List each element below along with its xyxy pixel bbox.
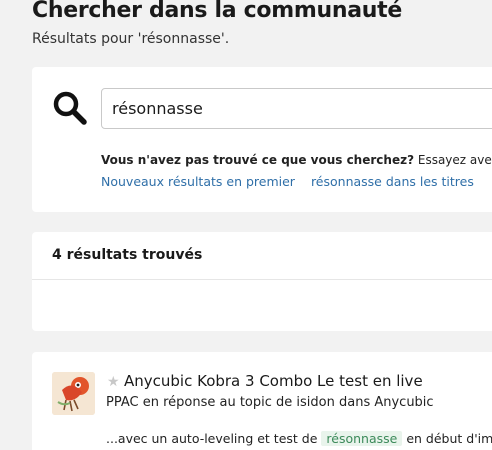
results-count: 4 résultats trouvés xyxy=(52,247,203,263)
search-help-text: Vous n'avez pas trouvé ce que vous cherc… xyxy=(101,153,492,167)
suggestion-newest-first-link[interactable]: Nouveaux résultats en premier xyxy=(101,174,295,189)
search-suggestions: Nouveaux résultats en premier résonnasse … xyxy=(101,174,474,189)
not-found-prompt: Vous n'avez pas trouvé ce que vous cherc… xyxy=(101,153,415,167)
divider xyxy=(32,279,492,280)
search-icon[interactable] xyxy=(52,90,88,126)
results-summary-card: 4 résultats trouvés xyxy=(32,232,492,331)
try-with-label: Essayez avec: xyxy=(417,153,492,167)
excerpt-highlight: résonnasse xyxy=(321,431,403,446)
search-card: Vous n'avez pas trouvé ce que vous cherc… xyxy=(32,67,492,212)
page-subtitle: Résultats pour 'résonnasse'. xyxy=(32,31,230,47)
excerpt-text-before: ...avec un auto-leveling et test de xyxy=(106,431,318,446)
result-meta: PPAC en réponse au topic de isidon dans … xyxy=(106,395,434,410)
excerpt-text-after: en début d'impr xyxy=(406,431,492,446)
search-result-item[interactable]: ★ Anycubic Kobra 3 Combo Le test en live… xyxy=(32,352,492,450)
search-page: Chercher dans la communauté Résultats po… xyxy=(0,0,492,450)
avatar[interactable] xyxy=(52,372,95,415)
result-title[interactable]: Anycubic Kobra 3 Combo Le test en live xyxy=(124,372,423,390)
search-box xyxy=(101,88,492,129)
suggestion-in-titles-link[interactable]: résonnasse dans les titres xyxy=(311,174,474,189)
page-title: Chercher dans la communauté xyxy=(32,0,402,23)
search-input[interactable] xyxy=(102,89,492,128)
star-icon[interactable]: ★ xyxy=(107,375,120,389)
result-excerpt: ...avec un auto-leveling et test de réson… xyxy=(106,431,492,446)
